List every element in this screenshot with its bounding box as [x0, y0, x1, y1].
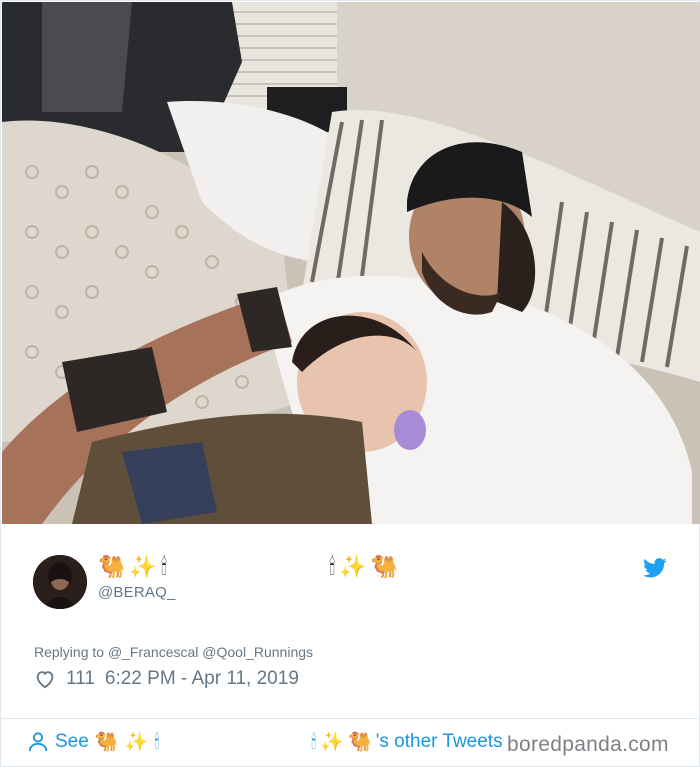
sparkles-emoji: ✨	[129, 555, 157, 580]
replying-prefix: Replying to	[34, 644, 105, 660]
camel-emoji: 🐫	[370, 555, 399, 580]
photo-illustration	[2, 2, 700, 524]
boredpanda-watermark: boredpanda.com	[507, 733, 669, 756]
candle-emoji: 🕯	[329, 555, 336, 580]
see-label: See	[55, 730, 89, 752]
other-tweets-text: 's other Tweets	[375, 730, 503, 752]
candle-emoji: 🕯	[311, 730, 317, 753]
person-icon-svg	[28, 731, 48, 751]
sparkles-emoji: ✨	[320, 731, 345, 753]
other-tweets-label[interactable]: 🕯 ✨ 🐫 's other Tweets	[311, 730, 503, 754]
display-name-left[interactable]: 🐫 ✨ 🕯	[98, 554, 167, 582]
user-handle[interactable]: @BERAQ_	[98, 584, 175, 601]
replying-mentions[interactable]: @_Francescal @Qool_Runnings	[108, 644, 313, 660]
tweet-meta: 111 6:22 PM - Apr 11, 2019	[34, 668, 299, 690]
twitter-bird-icon[interactable]	[643, 557, 667, 579]
sparkles-emoji: ✨	[124, 731, 149, 753]
candle-emoji: 🕯	[154, 730, 160, 753]
tweet-card: 🐫 ✨ 🕯 🕯 ✨ 🐫 @BERAQ_ Replying to @_France…	[0, 0, 700, 767]
avatar-image	[33, 555, 87, 609]
camel-emoji: 🐫	[98, 555, 126, 580]
camel-emoji: 🐫	[348, 731, 372, 753]
divider	[1, 718, 700, 719]
replying-to: Replying to @_Francescal @Qool_Runnings	[34, 644, 313, 660]
camel-emoji: 🐫	[94, 731, 119, 753]
candle-emoji: 🕯	[160, 555, 168, 580]
avatar[interactable]	[33, 555, 87, 609]
person-icon	[27, 731, 49, 753]
display-name-right[interactable]: 🕯 ✨ 🐫	[329, 554, 398, 582]
heart-icon[interactable]	[34, 668, 56, 690]
sparkles-emoji: ✨	[339, 555, 367, 580]
heart-icon-svg	[36, 671, 54, 689]
like-count[interactable]: 111	[66, 668, 95, 690]
twitter-bird-icon-svg	[643, 558, 667, 578]
timestamp[interactable]: 6:22 PM - Apr 11, 2019	[105, 668, 299, 690]
tweet-photo[interactable]	[2, 2, 700, 524]
see-other-tweets-link[interactable]: See 🐫 ✨ 🕯	[27, 730, 160, 753]
